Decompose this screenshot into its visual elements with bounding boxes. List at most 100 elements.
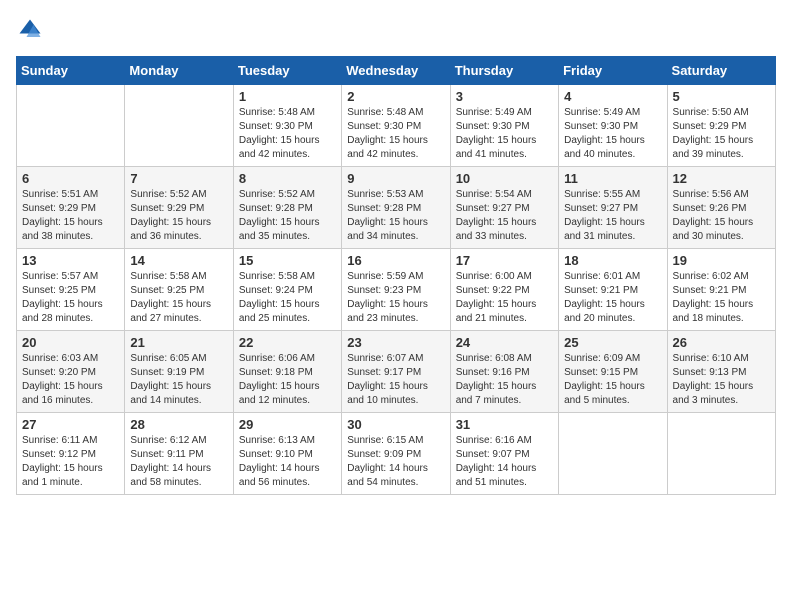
calendar-week-row: 27Sunrise: 6:11 AM Sunset: 9:12 PM Dayli… [17,413,776,495]
day-info: Sunrise: 6:05 AM Sunset: 9:19 PM Dayligh… [130,352,227,408]
calendar-table: SundayMondayTuesdayWednesdayThursdayFrid… [16,56,776,495]
day-info: Sunrise: 5:50 AM Sunset: 9:29 PM Dayligh… [673,106,770,162]
day-number: 4 [564,89,661,104]
calendar-cell: 11 Sunrise: 5:55 AM Sunset: 9:27 PM Dayli… [559,167,667,249]
calendar-week-row: 13 Sunrise: 5:57 AM Sunset: 9:25 PM Dayli… [17,249,776,331]
day-info: Sunrise: 5:48 AM Sunset: 9:30 PM Dayligh… [347,106,444,162]
day-number: 25 [564,335,661,350]
calendar-cell: 18Sunrise: 6:01 AM Sunset: 9:21 PM Dayli… [559,249,667,331]
calendar-cell: 10 Sunrise: 5:54 AM Sunset: 9:27 PM Dayli… [450,167,558,249]
calendar-day-header: Saturday [667,57,775,85]
day-number: 12 [673,171,770,186]
calendar-cell: 23Sunrise: 6:07 AM Sunset: 9:17 PM Dayli… [342,331,450,413]
logo-icon [16,16,44,44]
day-info: Sunrise: 5:55 AM Sunset: 9:27 PM Dayligh… [564,188,661,244]
calendar-cell [125,85,233,167]
calendar-cell: 12 Sunrise: 5:56 AM Sunset: 9:26 PM Dayli… [667,167,775,249]
calendar-header-row: SundayMondayTuesdayWednesdayThursdayFrid… [17,57,776,85]
day-number: 16 [347,253,444,268]
day-info: Sunrise: 5:57 AM Sunset: 9:25 PM Dayligh… [22,270,119,326]
day-info: Sunrise: 6:09 AM Sunset: 9:15 PM Dayligh… [564,352,661,408]
calendar-cell: 22Sunrise: 6:06 AM Sunset: 9:18 PM Dayli… [233,331,341,413]
day-info: Sunrise: 5:56 AM Sunset: 9:26 PM Dayligh… [673,188,770,244]
day-number: 28 [130,417,227,432]
day-number: 31 [456,417,553,432]
page-header [16,16,776,44]
day-number: 15 [239,253,336,268]
day-info: Sunrise: 5:58 AM Sunset: 9:25 PM Dayligh… [130,270,227,326]
day-info: Sunrise: 5:53 AM Sunset: 9:28 PM Dayligh… [347,188,444,244]
calendar-cell: 2 Sunrise: 5:48 AM Sunset: 9:30 PM Daylig… [342,85,450,167]
day-info: Sunrise: 6:08 AM Sunset: 9:16 PM Dayligh… [456,352,553,408]
calendar-cell: 7 Sunrise: 5:52 AM Sunset: 9:29 PM Daylig… [125,167,233,249]
day-info: Sunrise: 6:13 AM Sunset: 9:10 PM Dayligh… [239,434,336,490]
calendar-cell: 25 Sunrise: 6:09 AM Sunset: 9:15 PM Dayli… [559,331,667,413]
calendar-cell: 20 Sunrise: 6:03 AM Sunset: 9:20 PM Dayli… [17,331,125,413]
calendar-cell: 17 Sunrise: 6:00 AM Sunset: 9:22 PM Dayli… [450,249,558,331]
day-number: 3 [456,89,553,104]
day-number: 23 [347,335,444,350]
day-number: 14 [130,253,227,268]
calendar-cell: 24Sunrise: 6:08 AM Sunset: 9:16 PM Dayli… [450,331,558,413]
day-number: 9 [347,171,444,186]
calendar-cell: 5 Sunrise: 5:50 AM Sunset: 9:29 PM Daylig… [667,85,775,167]
day-info: Sunrise: 6:03 AM Sunset: 9:20 PM Dayligh… [22,352,119,408]
day-number: 6 [22,171,119,186]
calendar-cell [559,413,667,495]
day-info: Sunrise: 6:10 AM Sunset: 9:13 PM Dayligh… [673,352,770,408]
day-info: Sunrise: 5:48 AM Sunset: 9:30 PM Dayligh… [239,106,336,162]
calendar-cell: 14 Sunrise: 5:58 AM Sunset: 9:25 PM Dayli… [125,249,233,331]
calendar-cell [17,85,125,167]
calendar-day-header: Wednesday [342,57,450,85]
day-info: Sunrise: 5:49 AM Sunset: 9:30 PM Dayligh… [456,106,553,162]
day-number: 29 [239,417,336,432]
calendar-cell: 3 Sunrise: 5:49 AM Sunset: 9:30 PM Daylig… [450,85,558,167]
calendar-cell: 9 Sunrise: 5:53 AM Sunset: 9:28 PM Daylig… [342,167,450,249]
day-info: Sunrise: 5:52 AM Sunset: 9:28 PM Dayligh… [239,188,336,244]
day-number: 11 [564,171,661,186]
calendar-cell: 30Sunrise: 6:15 AM Sunset: 9:09 PM Dayli… [342,413,450,495]
day-info: Sunrise: 6:02 AM Sunset: 9:21 PM Dayligh… [673,270,770,326]
day-number: 10 [456,171,553,186]
logo [16,16,48,44]
day-number: 13 [22,253,119,268]
day-number: 17 [456,253,553,268]
calendar-cell: 27Sunrise: 6:11 AM Sunset: 9:12 PM Dayli… [17,413,125,495]
calendar-cell: 28 Sunrise: 6:12 AM Sunset: 9:11 PM Dayli… [125,413,233,495]
day-info: Sunrise: 6:12 AM Sunset: 9:11 PM Dayligh… [130,434,227,490]
day-info: Sunrise: 6:15 AM Sunset: 9:09 PM Dayligh… [347,434,444,490]
calendar-day-header: Thursday [450,57,558,85]
calendar-week-row: 6Sunrise: 5:51 AM Sunset: 9:29 PM Daylig… [17,167,776,249]
calendar-cell: 19 Sunrise: 6:02 AM Sunset: 9:21 PM Dayli… [667,249,775,331]
calendar-day-header: Friday [559,57,667,85]
calendar-cell: 31 Sunrise: 6:16 AM Sunset: 9:07 PM Dayli… [450,413,558,495]
day-number: 19 [673,253,770,268]
calendar-cell: 15Sunrise: 5:58 AM Sunset: 9:24 PM Dayli… [233,249,341,331]
day-number: 8 [239,171,336,186]
day-info: Sunrise: 6:16 AM Sunset: 9:07 PM Dayligh… [456,434,553,490]
calendar-cell: 21 Sunrise: 6:05 AM Sunset: 9:19 PM Dayli… [125,331,233,413]
calendar-day-header: Tuesday [233,57,341,85]
calendar-day-header: Sunday [17,57,125,85]
day-info: Sunrise: 6:11 AM Sunset: 9:12 PM Dayligh… [22,434,119,490]
day-number: 7 [130,171,227,186]
day-number: 2 [347,89,444,104]
day-number: 21 [130,335,227,350]
day-number: 18 [564,253,661,268]
day-info: Sunrise: 6:06 AM Sunset: 9:18 PM Dayligh… [239,352,336,408]
calendar-cell: 26Sunrise: 6:10 AM Sunset: 9:13 PM Dayli… [667,331,775,413]
day-info: Sunrise: 6:00 AM Sunset: 9:22 PM Dayligh… [456,270,553,326]
calendar-cell: 13 Sunrise: 5:57 AM Sunset: 9:25 PM Dayli… [17,249,125,331]
day-number: 1 [239,89,336,104]
day-info: Sunrise: 5:52 AM Sunset: 9:29 PM Dayligh… [130,188,227,244]
day-info: Sunrise: 5:49 AM Sunset: 9:30 PM Dayligh… [564,106,661,162]
day-number: 5 [673,89,770,104]
calendar-cell: 4 Sunrise: 5:49 AM Sunset: 9:30 PM Daylig… [559,85,667,167]
calendar-day-header: Monday [125,57,233,85]
calendar-cell: 8 Sunrise: 5:52 AM Sunset: 9:28 PM Daylig… [233,167,341,249]
calendar-week-row: 20 Sunrise: 6:03 AM Sunset: 9:20 PM Dayli… [17,331,776,413]
day-number: 20 [22,335,119,350]
day-info: Sunrise: 5:54 AM Sunset: 9:27 PM Dayligh… [456,188,553,244]
calendar-cell [667,413,775,495]
calendar-cell: 29 Sunrise: 6:13 AM Sunset: 9:10 PM Dayli… [233,413,341,495]
